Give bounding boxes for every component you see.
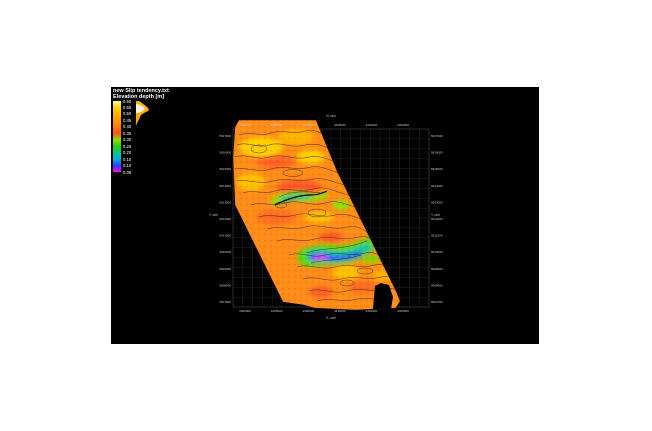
map-canvas[interactable]: 4420000 4425000 4430000 4435000 4440000 44450… [111, 87, 539, 344]
y-tick-label-right: 5613000 [431, 200, 443, 204]
y-tick-label-right: 5607000 [431, 300, 443, 304]
x-tick-label-bottom: 4425000 [271, 309, 283, 313]
x-tick-label-top: 4445000 [397, 123, 409, 127]
y-tick-label-right: 5616000 [431, 151, 443, 155]
map-viewport[interactable]: new Slip tendency.txt Elevation depth [m… [111, 87, 539, 344]
y-tick-label-left: 5616000 [219, 151, 231, 155]
y-tick-label-right: 5614000 [431, 184, 443, 188]
y-tick-label-left: 5612000 [219, 217, 231, 221]
y-tick-label-right: 5611000 [431, 234, 443, 238]
axis-title-right: Y, utm [431, 213, 440, 217]
x-ticks-bottom: 4420000 4425000 4430000 4435000 4440000 44450… [239, 309, 409, 313]
y-tick-label-left: 5615000 [219, 167, 231, 171]
y-tick-label-left: 5617000 [219, 134, 231, 138]
axis-title-bottom: E, utm [326, 316, 336, 320]
x-tick-label-top: 4435000 [334, 123, 346, 127]
x-tick-label-top: 4420000 [239, 123, 251, 127]
y-tick-label-left: 5610000 [219, 250, 231, 254]
y-tick-label-left: 5611000 [220, 234, 232, 238]
y-tick-label-left: 5609000 [219, 267, 231, 271]
y-tick-label-left: 5607000 [219, 300, 231, 304]
y-ticks-left: 5617000 5616000 5615000 5614000 5613000 56120… [219, 134, 231, 304]
axis-title-left: Y, utm [209, 213, 218, 217]
x-tick-label-bottom: 4445000 [397, 309, 409, 313]
y-ticks-right: 5617000 5616000 5615000 5614000 5613000 56120… [431, 134, 443, 304]
x-tick-label-bottom: 4435000 [334, 309, 346, 313]
x-tick-label-top: 4425000 [271, 123, 283, 127]
y-tick-label-left: 5613000 [219, 200, 231, 204]
x-tick-label-bottom: 4430000 [302, 309, 314, 313]
axis-title-top: N, utm [326, 114, 336, 118]
y-tick-label-right: 5610000 [431, 250, 443, 254]
x-tick-label-bottom: 4440000 [366, 309, 378, 313]
y-tick-label-right: 5612000 [431, 217, 443, 221]
x-tick-label-top: 4440000 [366, 123, 378, 127]
y-tick-label-right: 5615000 [431, 167, 443, 171]
y-tick-label-left: 5614000 [219, 184, 231, 188]
y-tick-label-right: 5617000 [431, 134, 443, 138]
y-tick-label-right: 5609000 [431, 267, 443, 271]
y-tick-label-left: 5608000 [219, 283, 231, 287]
x-tick-label-bottom: 4420000 [239, 309, 251, 313]
y-tick-label-right: 5608000 [431, 283, 443, 287]
x-tick-label-top: 4430000 [302, 123, 314, 127]
